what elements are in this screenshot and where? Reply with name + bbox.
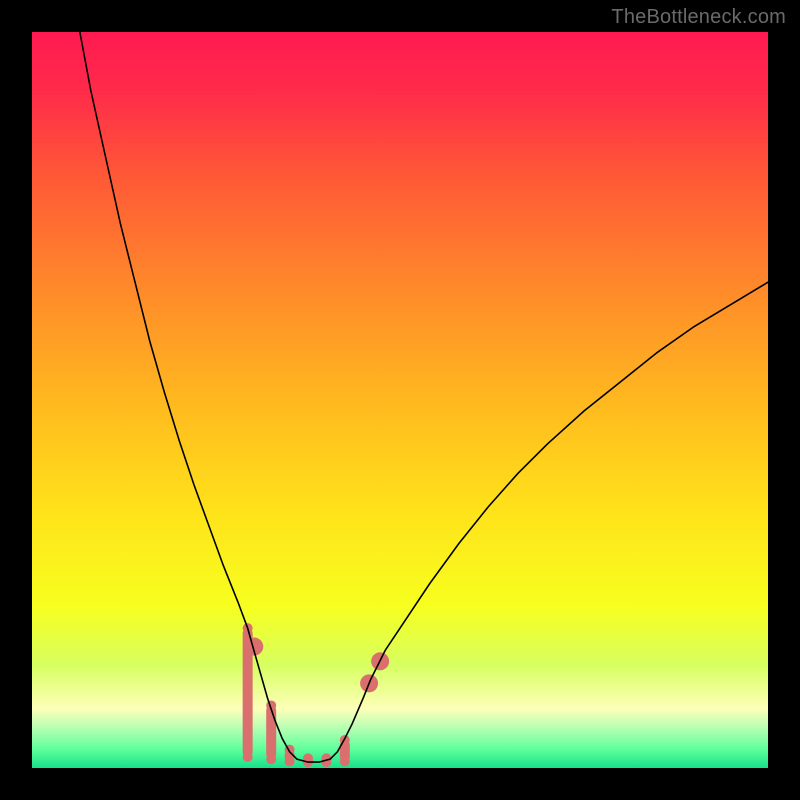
- plot-area: [32, 32, 768, 768]
- gradient-background: [32, 32, 768, 768]
- chart-frame: TheBottleneck.com: [0, 0, 800, 800]
- bottleneck-chart: [32, 32, 768, 768]
- watermark-text: TheBottleneck.com: [611, 6, 786, 29]
